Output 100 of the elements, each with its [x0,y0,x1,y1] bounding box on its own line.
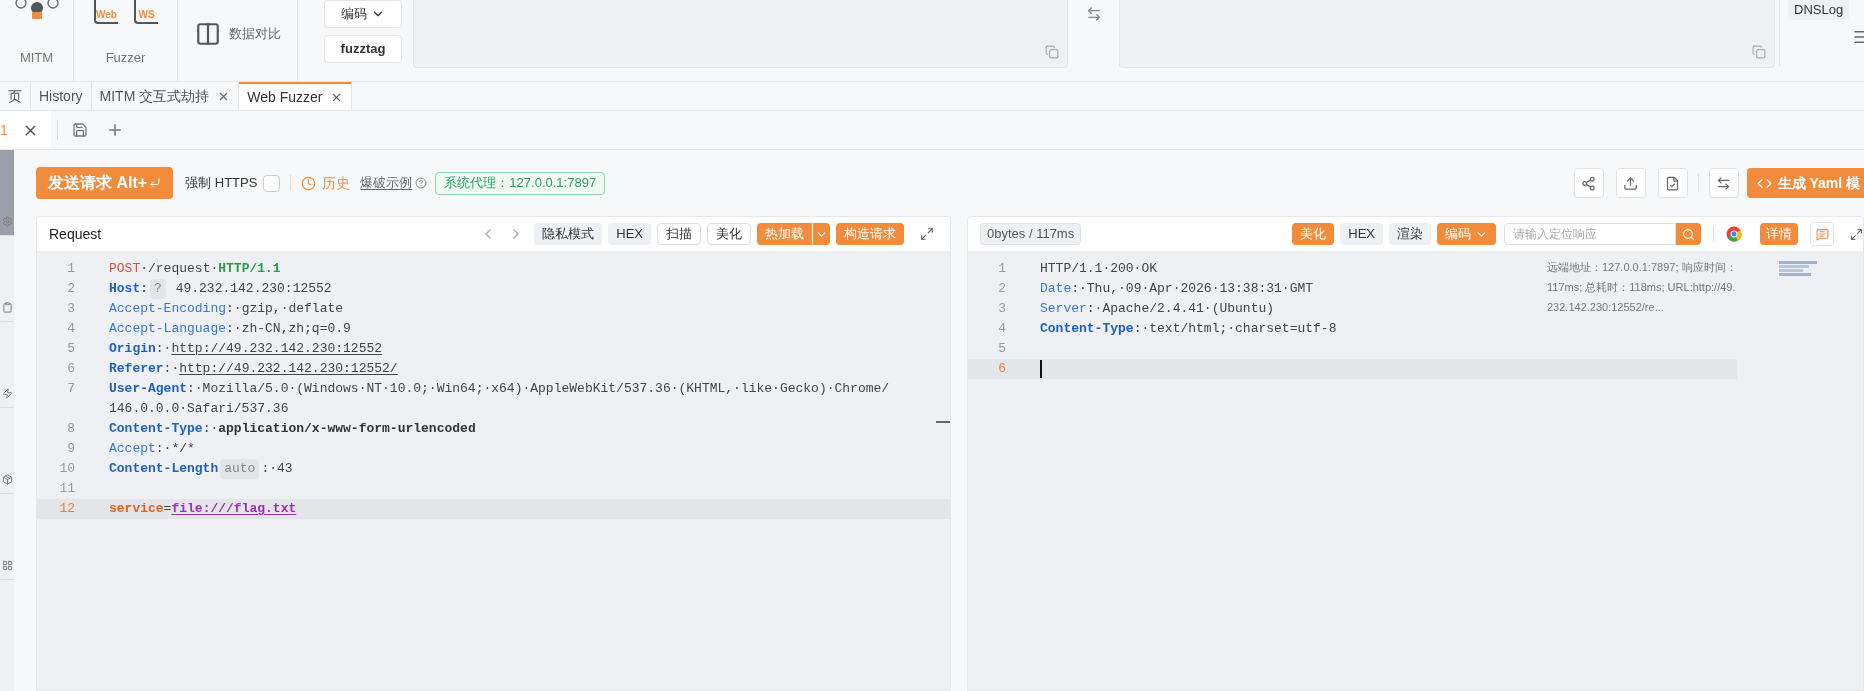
code-token: Origin [109,340,156,358]
code-token: :·zh-CN,zh;q=0.9 [226,320,351,338]
code-token: application/x-www-form-urlencoded [218,420,476,438]
code-token: :·text/html;·charset=utf-8 [1133,320,1337,338]
code-token: Accept-Encoding [109,300,227,318]
tool-label[interactable]: MITM [19,47,54,67]
code-token: ·/request· [140,260,219,278]
line-number: 1 [997,260,1007,278]
search-button[interactable] [1676,223,1701,245]
code-token: 146.0.0.0·Safari/537.36 [109,400,289,418]
help-icon[interactable] [415,177,428,189]
share-button[interactable] [1573,168,1604,198]
expand-icon[interactable] [1850,227,1863,241]
toolbar-button[interactable]: 隐私模式 [534,223,603,245]
toolbar-button[interactable]: HEX [1340,223,1383,245]
scroll-marker [936,421,950,423]
tab-label: 页 [8,86,22,106]
text-cursor [1040,360,1042,378]
code-token: http://49.232.142.230:12552/ [179,360,398,378]
comment-button[interactable] [1810,222,1834,246]
toolbar-button[interactable]: 美化 [707,223,751,245]
line-number: 1 [66,260,76,278]
search-icon [1682,227,1695,241]
toolbar-button[interactable]: 渲染 [1389,223,1431,245]
code-token: http://49.232.142.230:12552 [171,340,383,358]
code-token: :·gzip,·deflate [226,300,344,318]
compare-icon [194,20,221,47]
code-token: Content-Type [1040,320,1134,338]
icon-label: Web [96,10,117,20]
line-number: 9 [66,440,76,458]
tool-label[interactable]: 数据对比 [228,23,281,44]
share-icon [1581,175,1597,191]
tool-label[interactable]: Fuzzer [105,47,146,67]
code-token: Date [1040,280,1072,298]
side-tab-icon [1,474,13,485]
code-token: :·*/* [155,440,195,458]
tab-label: 1 [0,120,8,140]
line-number: 5 [997,340,1007,358]
checkbox-label: 强制 HTTPS [185,174,258,193]
toolbar-button[interactable]: HEX [608,223,651,245]
line-number: 7 [66,380,76,398]
clock-icon [301,175,317,191]
code-token: :·43 [261,460,293,478]
tab[interactable]: History [31,82,92,110]
toolbar-button[interactable]: 编码 [324,0,402,28]
line-number: 4 [66,320,76,338]
line-number: 2 [66,280,76,298]
line-number: 3 [997,300,1007,318]
code-token: Accept-Language [109,320,227,338]
code-token: Content-Length [109,460,219,478]
minimap-drawing [1779,261,1817,276]
example-link[interactable]: 爆破示例 [360,173,413,193]
hint-tag: auto [220,459,260,479]
browser-icon[interactable] [1726,226,1742,242]
line-number: 12 [58,500,76,518]
toolbar-button[interactable]: fuzztag [324,35,402,63]
hint-tag: ? [150,279,166,299]
code-token: Host: [109,280,148,298]
code-token: Content-Type [109,420,203,438]
code-token: :·Apache/2.4.41·(Ubuntu) [1086,300,1275,318]
line-number: 11 [58,480,76,498]
code-token: :· [202,420,219,438]
side-tab-icon [1,302,13,313]
search-field[interactable]: 请输入定位响应 [1504,223,1676,245]
copy-icon[interactable] [1752,45,1766,59]
https-checkbox[interactable] [263,174,281,192]
code-token: :·Mozilla/5.0·(Windows·NT·10.0;·Win64;·x64)·AppleWebKit/537.36·(KHTML,·like·Gecko)·Chrome/ [187,380,890,398]
tab[interactable]: Web Fuzzer [239,82,353,110]
line-number: 6 [66,360,76,378]
file-check-icon [1665,175,1681,191]
upload-icon [1623,175,1639,191]
line-number: 2 [997,280,1007,298]
code-token: User-Agent [109,380,187,398]
code-token: file:///flag.txt [171,500,297,518]
dropdown-button[interactable] [813,223,830,245]
import-button[interactable] [1657,168,1688,198]
code-token: POST [109,260,141,278]
icon-label: WS [138,10,155,20]
tab-label: History [39,86,83,106]
export-button[interactable] [1615,168,1646,198]
line-number: 6 [997,360,1007,378]
code-token: Accept [109,440,156,458]
line-number: 8 [66,420,76,438]
toolbar-button[interactable]: 扫描 [657,223,701,245]
tab[interactable]: 页 [0,82,31,110]
save-icon[interactable] [71,122,88,138]
expand-icon[interactable] [920,227,934,241]
swap-icon [1716,175,1732,191]
code-token: 49.232.142.230:12552 [174,280,332,298]
line-number: 10 [58,460,76,478]
copy-icon[interactable] [1045,45,1059,59]
side-tab-icon [1,560,13,571]
swap-button[interactable] [1708,168,1739,198]
tab-label: MITM 交互式劫持 [99,86,210,106]
swap-icon[interactable] [1085,6,1102,22]
dnslog-button[interactable]: DNSLog [1788,0,1850,20]
code-token: HTTP/1.1 [218,260,281,278]
line-number: 5 [66,340,76,358]
line-number: 3 [66,300,76,318]
code-token: Referer [109,360,164,378]
